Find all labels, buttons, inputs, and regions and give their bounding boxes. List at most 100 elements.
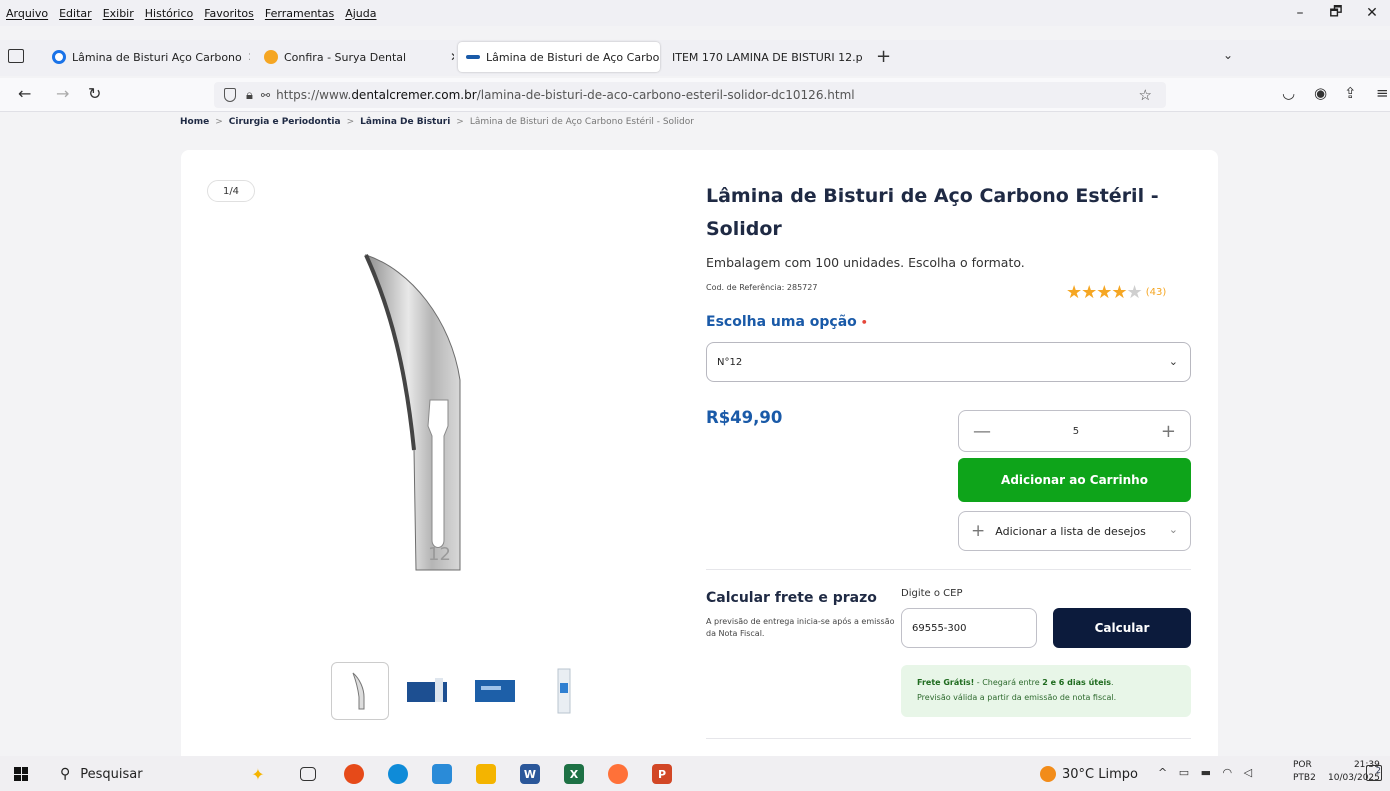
thumbnail-pouch[interactable] [535, 662, 593, 720]
language-indicator[interactable]: POR PTB2 [1293, 759, 1316, 785]
weather-widget[interactable]: 30°C Limpo [1040, 766, 1138, 782]
thumbnail-blade[interactable] [331, 662, 389, 720]
option-select[interactable]: N°12 ⌄ [706, 342, 1191, 382]
pocket-icon[interactable]: ◡ [1282, 84, 1295, 102]
shipping-result: Frete Grátis! - Chegará entre 2 e 6 dias… [901, 665, 1191, 717]
url-path: /lamina-de-bisturi-de-aco-carbono-esteri… [476, 88, 855, 102]
menu-favoritos[interactable]: Favoritos [204, 7, 254, 20]
menu-historico[interactable]: Histórico [145, 7, 193, 20]
chevron-down-icon[interactable]: ⌄ [1169, 523, 1178, 536]
copilot-sparkle-icon[interactable]: ✦ [248, 764, 268, 784]
close-window-button[interactable]: ✕ [1354, 5, 1390, 21]
tab-title: Confira - Surya Dental [284, 50, 407, 64]
scalpel-blade-image[interactable]: 12 [356, 250, 476, 580]
windows-start-icon[interactable] [14, 767, 28, 781]
divider [706, 569, 1191, 570]
cep-input[interactable]: 69555-300 [901, 608, 1037, 648]
shield-icon[interactable] [224, 88, 236, 102]
product-rating[interactable]: ★★★★★ (43) [1066, 282, 1166, 303]
file-explorer-icon[interactable] [476, 764, 496, 784]
chevron-right-icon: > [346, 117, 355, 127]
taskbar: ⚲ Pesquisar ✦ W X P 30°C Limpo ^ ▭ ▬ ◠ ◁… [0, 756, 1390, 791]
breadcrumb-lamina[interactable]: Lâmina De Bisturi [360, 117, 450, 127]
quantity-value[interactable]: 5 [1073, 426, 1079, 437]
tab-item-170-pdf[interactable]: ITEM 170 LAMINA DE BISTURI 12.p ✕ [664, 42, 864, 72]
chevron-down-icon[interactable]: ⌄ [1223, 48, 1233, 62]
word-icon[interactable]: W [520, 764, 540, 784]
chevron-right-icon: > [456, 117, 464, 127]
add-to-wishlist-button[interactable]: + Adicionar a lista de desejos ⌄ [958, 511, 1191, 551]
search-icon: ⚲ [60, 766, 71, 782]
firefox-icon[interactable] [608, 764, 628, 784]
permissions-icon[interactable]: ⚯ [261, 89, 270, 102]
thumbnail-strip [331, 662, 593, 720]
share-icon[interactable]: ⇪ [1344, 84, 1357, 102]
url-bar[interactable]: 🔒︎ ⚯ https://www. dentalcremer.com.br/lam… [214, 82, 1166, 108]
cep-label: Digite o CEP [901, 588, 963, 599]
thumbnail-box-1[interactable] [399, 662, 457, 720]
shipping-result-text: - Chegará entre [974, 678, 1043, 687]
menu-ferramentas[interactable]: Ferramentas [265, 7, 334, 20]
powerpoint-icon[interactable]: P [652, 764, 672, 784]
reference-code: Cod. de Referência: 285727 [706, 283, 818, 292]
language-secondary: PTB2 [1293, 773, 1316, 783]
product-card: 1/4 12 Lâmina de Bisturi de Aço Carbono … [181, 150, 1218, 756]
dental-cremer-favicon-icon [466, 55, 480, 59]
quantity-stepper: — 5 + [958, 410, 1191, 452]
free-shipping-label: Frete Grátis! [917, 678, 975, 687]
task-view-icon[interactable] [300, 767, 316, 781]
breadcrumb-current: Lâmina de Bisturi de Aço Carbono Estéril… [469, 117, 694, 127]
window-controls: – 🗗 ✕ [1282, 0, 1390, 26]
calculate-shipping-button[interactable]: Calcular [1053, 608, 1191, 648]
bookmark-star-icon[interactable]: ☆ [1139, 86, 1152, 104]
menu-arquivo[interactable]: Arquivo [6, 7, 48, 20]
back-arrow-icon[interactable]: ← [18, 84, 31, 103]
url-domain: dentalcremer.com.br [351, 88, 477, 102]
image-counter: 1/4 [207, 180, 255, 202]
minimize-button[interactable]: – [1282, 5, 1318, 21]
decrease-quantity-button[interactable]: — [973, 421, 991, 442]
required-marker: • [860, 316, 868, 329]
excel-icon[interactable]: X [564, 764, 584, 784]
language-primary: POR [1293, 760, 1312, 770]
account-icon[interactable]: ◉ [1314, 84, 1327, 102]
url-prefix: https://www. [276, 88, 352, 102]
lock-icon[interactable]: 🔒︎ [246, 88, 253, 103]
rating-count[interactable]: (43) [1146, 287, 1167, 298]
increase-quantity-button[interactable]: + [1161, 421, 1176, 442]
outlook-icon[interactable] [432, 764, 452, 784]
close-tab-icon[interactable]: ✕ [248, 50, 250, 64]
menu-editar[interactable]: Editar [59, 7, 92, 20]
shipping-note: A previsão de entrega inicia-se após a e… [706, 617, 895, 638]
app-icon[interactable] [344, 764, 364, 784]
restore-button[interactable]: 🗗 [1318, 1, 1354, 25]
thumbnail-box-2[interactable] [467, 662, 525, 720]
tab-bar: Lâmina de Bisturi Aço Carbono ✕ Confira … [0, 40, 1390, 76]
menu-ajuda[interactable]: Ajuda [345, 7, 376, 20]
tab-title: Lâmina de Bisturi Aço Carbono [72, 50, 242, 64]
tab-title: ITEM 170 LAMINA DE BISTURI 12.p [672, 50, 863, 64]
shipping-title: Calcular frete e prazo [706, 590, 877, 606]
system-tray-icons[interactable]: ^ ▭ ▬ ◠ ◁ [1158, 766, 1256, 779]
taskbar-search[interactable]: ⚲ Pesquisar [60, 761, 260, 787]
reload-icon[interactable]: ↻ [88, 84, 101, 103]
menu-icon[interactable]: ≡ [1376, 84, 1389, 102]
close-tab-icon[interactable]: ✕ [450, 50, 454, 64]
notification-icon[interactable]: 2 [1366, 765, 1382, 781]
breadcrumb-cirurgia[interactable]: Cirurgia e Periodontia [229, 117, 341, 127]
tab-lamina-active[interactable]: Lâmina de Bisturi de Aço Carbo ✕ [458, 42, 660, 72]
sun-icon [1040, 766, 1056, 782]
menu-exibir[interactable]: Exibir [103, 7, 134, 20]
tab-list-icon[interactable] [8, 49, 24, 63]
forward-arrow-icon[interactable]: → [56, 84, 69, 103]
add-to-cart-button[interactable]: Adicionar ao Carrinho [958, 458, 1191, 502]
divider [706, 738, 1191, 739]
surya-favicon-icon [264, 50, 278, 64]
edge-icon[interactable] [388, 764, 408, 784]
option-label: Escolha uma opção • [706, 314, 868, 330]
tab-lamina-search[interactable]: Lâmina de Bisturi Aço Carbono ✕ [44, 42, 250, 72]
tab-surya-dental[interactable]: Confira - Surya Dental ✕ [256, 42, 454, 72]
breadcrumb-home[interactable]: Home [180, 117, 209, 127]
new-tab-button[interactable]: + [876, 46, 891, 67]
star-rating-icon: ★★★★★ [1066, 282, 1143, 303]
